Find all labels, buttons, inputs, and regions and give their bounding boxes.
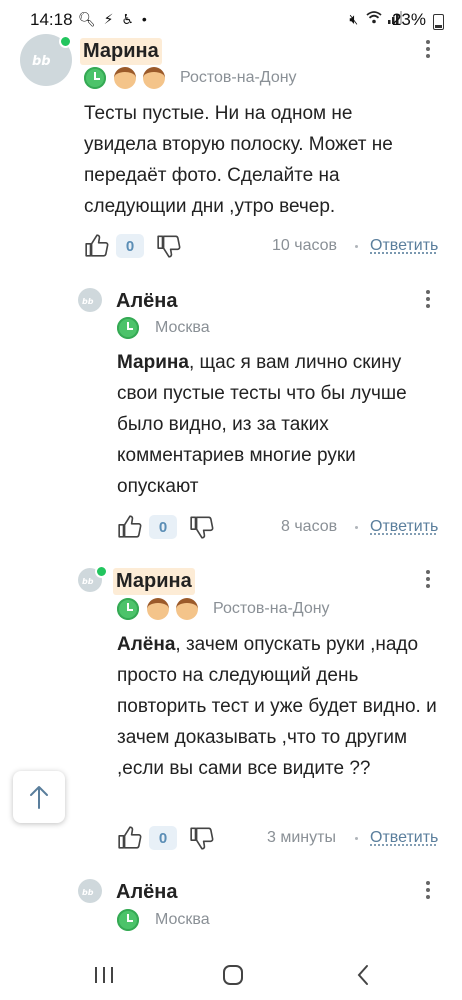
author-location: Москва bbox=[155, 911, 210, 928]
recent-apps-button[interactable] bbox=[89, 962, 119, 988]
avatar-logo-icon: bb bbox=[82, 297, 94, 305]
like-icon[interactable] bbox=[84, 233, 110, 259]
dislike-icon[interactable] bbox=[189, 514, 215, 540]
dislike-icon[interactable] bbox=[189, 825, 215, 851]
mention[interactable]: Марина bbox=[117, 352, 189, 373]
wifi-icon bbox=[366, 11, 388, 27]
user-badge-icon bbox=[143, 67, 165, 89]
online-indicator bbox=[59, 35, 72, 48]
user-badge-icon bbox=[147, 598, 169, 620]
clock-badge-icon bbox=[84, 67, 106, 89]
separator-dot bbox=[355, 526, 358, 529]
more-options-icon[interactable] bbox=[426, 40, 432, 58]
author-location: Ростов-на-Дону bbox=[213, 600, 330, 617]
status-bar: 14:18 🔍︎ ⚡︎ ♿︎ • 🔇︎ 23% bbox=[0, 0, 462, 40]
author-location: Ростов-на-Дону bbox=[180, 69, 297, 86]
svg-text:bb: bb bbox=[82, 297, 94, 305]
comment-actions: 0 3 минуты Ответить bbox=[117, 823, 462, 853]
avatar-logo-icon: bb bbox=[82, 577, 94, 585]
comment-text: Марина, щас я вам лично скину свои пусты… bbox=[117, 347, 437, 502]
clock-badge-icon bbox=[117, 598, 139, 620]
reply-button[interactable]: Ответить bbox=[370, 518, 438, 536]
home-button[interactable] bbox=[218, 962, 248, 988]
comment-time: 10 часов bbox=[272, 237, 338, 254]
system-nav-bar bbox=[0, 950, 462, 1000]
comment-actions: 0 8 часов Ответить bbox=[117, 512, 462, 542]
avatar[interactable]: bb bbox=[78, 879, 102, 903]
author-location: Москва bbox=[155, 319, 210, 336]
search-icon: 🔍︎ bbox=[78, 11, 98, 27]
user-badge-icon bbox=[114, 67, 136, 89]
svg-text:bb: bb bbox=[32, 54, 51, 67]
arrow-up-icon bbox=[30, 786, 48, 809]
battery-icon bbox=[433, 14, 444, 30]
comment-body: , щас я вам лично скину свои пустые тест… bbox=[117, 352, 407, 497]
more-options-icon[interactable] bbox=[426, 570, 432, 588]
user-badge-icon bbox=[176, 598, 198, 620]
avatar[interactable]: bb bbox=[78, 288, 102, 312]
dislike-icon[interactable] bbox=[156, 233, 182, 259]
separator-dot bbox=[355, 837, 358, 840]
like-count: 0 bbox=[149, 826, 177, 850]
comment-text: Алёна, зачем опускать руки ,надо просто … bbox=[117, 629, 442, 784]
like-icon[interactable] bbox=[117, 514, 143, 540]
clock-badge-icon bbox=[117, 317, 139, 339]
like-count: 0 bbox=[116, 234, 144, 258]
avatar-logo-icon: bb bbox=[82, 888, 94, 896]
like-icon[interactable] bbox=[117, 825, 143, 851]
comment-actions: 0 10 часов Ответить bbox=[84, 231, 462, 261]
mention[interactable]: Алёна bbox=[117, 634, 175, 655]
scroll-to-top-button[interactable] bbox=[13, 771, 65, 823]
back-icon bbox=[357, 965, 368, 985]
back-button[interactable] bbox=[348, 962, 378, 988]
more-options-icon[interactable] bbox=[426, 881, 432, 899]
battery-percent: 23% bbox=[391, 10, 426, 29]
status-time: 14:18 bbox=[30, 10, 73, 29]
author-meta: Ростов-на-Дону bbox=[117, 597, 330, 621]
comment-time: 3 минуты bbox=[267, 829, 336, 846]
dot-icon: • bbox=[141, 11, 149, 27]
separator-dot bbox=[355, 245, 358, 248]
lightning-icon: ⚡︎ bbox=[103, 11, 116, 27]
author-meta: Москва bbox=[117, 316, 210, 340]
clock-badge-icon bbox=[117, 909, 139, 931]
accessibility-icon: ♿︎ bbox=[121, 11, 136, 27]
online-indicator bbox=[95, 565, 108, 578]
author-meta: Ростов-на-Дону bbox=[84, 66, 297, 90]
status-left-icons: 🔍︎ ⚡︎ ♿︎ • bbox=[78, 11, 149, 28]
comment-text: Тесты пустые. Ни на одном не увидела вто… bbox=[84, 103, 393, 217]
more-options-icon[interactable] bbox=[426, 290, 432, 308]
author-name[interactable]: Алёна bbox=[113, 288, 180, 315]
svg-text:bb: bb bbox=[82, 888, 94, 896]
author-name[interactable]: Алёна bbox=[113, 879, 180, 906]
author-meta: Москва bbox=[117, 908, 210, 932]
comment-time: 8 часов bbox=[281, 518, 338, 535]
recent-apps-icon bbox=[95, 967, 113, 983]
like-count: 0 bbox=[149, 515, 177, 539]
reply-button[interactable]: Ответить bbox=[370, 829, 438, 847]
reply-button[interactable]: Ответить bbox=[370, 237, 438, 255]
avatar-logo-icon: bb bbox=[32, 54, 51, 67]
author-name[interactable]: Марина bbox=[80, 38, 162, 65]
mute-icon: 🔇︎ bbox=[349, 11, 361, 27]
author-name[interactable]: Марина bbox=[113, 568, 195, 595]
comment-body: , зачем опускать руки ,надо просто на сл… bbox=[117, 634, 437, 779]
svg-text:bb: bb bbox=[82, 577, 94, 585]
home-icon bbox=[223, 965, 243, 985]
